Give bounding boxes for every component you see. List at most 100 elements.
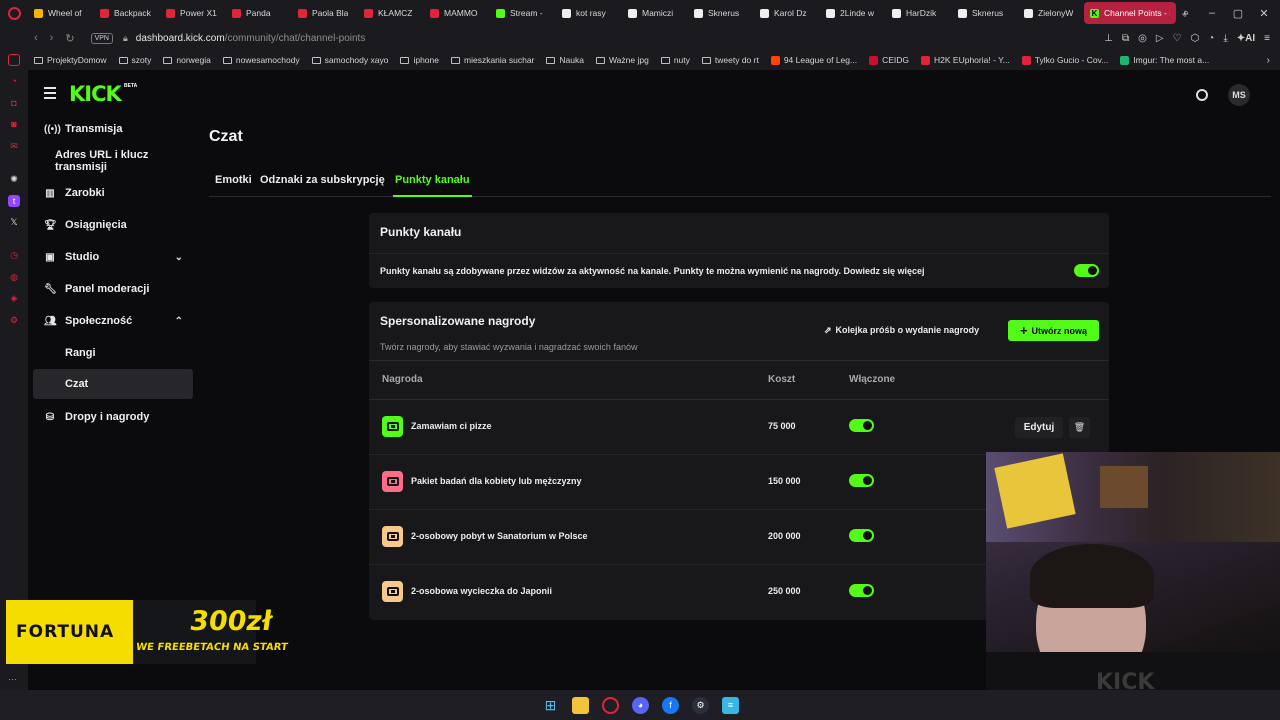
sidebar-bag-icon[interactable]: ◘ [8,97,20,109]
lock-icon[interactable]: 🔒︎ [123,33,128,44]
bookmark-item[interactable]: tweety do rt [696,55,765,65]
avatar[interactable]: MS [1228,84,1250,106]
opera-logo-icon[interactable] [0,0,28,26]
browser-tab[interactable]: Sknerus [952,2,1018,24]
bookmark-item[interactable]: 94 League of Leg... [765,55,863,65]
bookmark-item[interactable]: Imgur: The most a... [1114,55,1215,65]
edit-reward-button[interactable]: Edytuj [1015,417,1063,438]
browser-tab[interactable]: HarDzik [886,2,952,24]
bookmark-item[interactable]: iphone [394,55,445,65]
kick-logo[interactable]: KICK [69,82,122,106]
ai-button[interactable]: ✦AI [1237,33,1255,44]
opera-icon[interactable] [602,696,619,714]
reward-enabled-toggle[interactable] [849,419,874,432]
sidebar-twitch-icon[interactable]: t [8,195,20,207]
trash-icon[interactable]: 🗑︎ [1069,417,1090,438]
sidebar-clock-icon[interactable]: ◷ [8,249,20,261]
sidebar-item-spolecznosc[interactable]: 👥︎ Społeczność ⌃ [33,306,193,336]
bookmark-item[interactable]: nuty [655,55,696,65]
sidebar-item-dropy[interactable]: ⛁ Dropy i nagrody [33,402,193,432]
sidebar-x-icon[interactable]: 𝕏 [8,216,20,228]
browser-tab[interactable]: Karol Dz [754,2,820,24]
sidebar-mail-icon[interactable]: ✉ [8,140,20,152]
close-icon[interactable]: ✕ [1258,7,1270,20]
menu-icon[interactable]: ≡ [1264,33,1270,44]
extensions-icon[interactable]: ⬡ [1191,33,1200,44]
table-row[interactable]: Zamawiam ci pizze 75 000 Edytuj 🗑︎ [369,400,1109,455]
pin-icon[interactable]: ⊥ [1104,33,1113,44]
forward-icon[interactable]: › [50,32,54,45]
reward-enabled-toggle[interactable] [849,529,874,542]
search-tabs-icon[interactable]: ⌕ [1180,7,1192,20]
channel-points-toggle[interactable] [1074,264,1099,277]
facebook-icon[interactable]: f [662,696,679,714]
snapshot-icon[interactable]: ⧉ [1122,33,1129,44]
more-dots-icon[interactable]: … [8,672,17,682]
bookmark-item[interactable]: H2K EUphoria! - Y... [915,55,1016,65]
minimize-icon[interactable]: – [1206,7,1218,19]
download-icon[interactable]: ⤓ [1223,33,1227,44]
browser-tab[interactable]: Wheel of [28,2,94,24]
sidebar-settings-icon[interactable]: ⚙ [8,314,20,326]
sidebar-messenger-icon[interactable]: ◙ [8,118,20,130]
windows-start-icon[interactable]: ⊞ [542,697,559,714]
browser-tab[interactable]: Sknerus [688,2,754,24]
sidebar-chatgpt-icon[interactable]: ✺ [8,173,20,185]
browser-tab[interactable]: Paola Bla [292,2,358,24]
browser-tab[interactable]: MAMMO [424,2,490,24]
file-explorer-icon[interactable] [572,696,589,714]
sidebar-item-stream-key[interactable]: Adres URL i klucz transmisji [33,146,193,176]
reload-icon[interactable]: ↻ [65,32,74,45]
sidebar-pin-icon[interactable]: ◍ [8,271,20,283]
bookmark-item[interactable]: mieszkania suchar [445,55,540,65]
browser-tab[interactable]: Backpack [94,2,160,24]
bookmark-item[interactable]: samochody xayo [306,55,395,65]
reward-queue-button[interactable]: ⇗ Kolejka próśb o wydanie nagrody [824,320,979,340]
profile-icon[interactable]: ◔ [1208,33,1214,44]
sidebar-cube-icon[interactable]: ◈ [8,292,20,304]
sidebar-item-rangi[interactable]: Rangi [33,338,193,368]
search-icon[interactable] [1196,89,1208,101]
play-icon[interactable]: ▷ [1156,33,1164,44]
reward-enabled-toggle[interactable] [849,474,874,487]
bookmark-item[interactable]: norwegia [157,55,217,65]
bookmark-item[interactable]: Nauka [540,55,590,65]
bookmark-item[interactable]: Ważne jpg [590,55,655,65]
sidebar-item-studio[interactable]: ▣ Studio ⌄ [33,242,193,272]
sidebar-item-czat[interactable]: Czat [33,369,193,399]
bookmark-item[interactable]: szoty [113,55,158,65]
bookmarks-more-icon[interactable]: › [1267,55,1270,66]
back-icon[interactable]: ‹ [34,32,38,45]
browser-tab[interactable]: KŁAMCZ [358,2,424,24]
tab-punkty-kanalu[interactable]: Punkty kanału [393,174,472,197]
create-reward-button[interactable]: + Utwórz nową [1008,320,1099,341]
browser-tab[interactable]: Mamiczi [622,2,688,24]
browser-tab[interactable]: Power X1 [160,2,226,24]
notepad-icon[interactable]: ≡ [722,696,739,714]
sidebar-item-transmisja[interactable]: ((•)) Transmisja [33,114,193,144]
sidebar-item-zarobki[interactable]: ▥ Zarobki [33,178,193,208]
bookmark-item[interactable]: CEIDG [863,55,915,65]
browser-tab[interactable]: Panda [226,2,292,24]
tab-active[interactable]: K Channel Points - K [1084,2,1176,24]
sidebar-item-osiagniecia[interactable]: 🏆︎ Osiągnięcia [33,210,193,240]
heart-icon[interactable]: ♡ [1173,33,1182,44]
camera-icon[interactable]: ◎ [1138,33,1147,44]
bookmark-item[interactable]: nowesamochody [217,55,306,65]
bookmark-item[interactable]: Tylko Gucio - Cov... [1016,55,1115,65]
vpn-badge[interactable]: VPN [90,32,113,44]
discord-icon[interactable]: ◕ [632,696,649,714]
browser-tab[interactable]: kot rasy [556,2,622,24]
browser-tab[interactable]: Stream - [490,2,556,24]
browser-tab[interactable]: ZielonyW [1018,2,1084,24]
steam-icon[interactable]: ⚙ [692,696,709,714]
sidebar-item-moderacja[interactable]: 🔧︎ Panel moderacji [33,274,193,304]
bookmark-item[interactable]: ProjektyDomow [28,55,113,65]
maximize-icon[interactable]: ▢ [1232,7,1244,20]
url-field[interactable]: dashboard.kick.com/community/chat/channe… [136,33,366,44]
sidebar-app-icon[interactable] [8,54,20,66]
tab-emotki[interactable]: Emotki [215,174,252,186]
tab-odznaki[interactable]: Odznaki za subskrypcję [260,174,385,186]
browser-tab[interactable]: 2Linde w [820,2,886,24]
reward-enabled-toggle[interactable] [849,584,874,597]
